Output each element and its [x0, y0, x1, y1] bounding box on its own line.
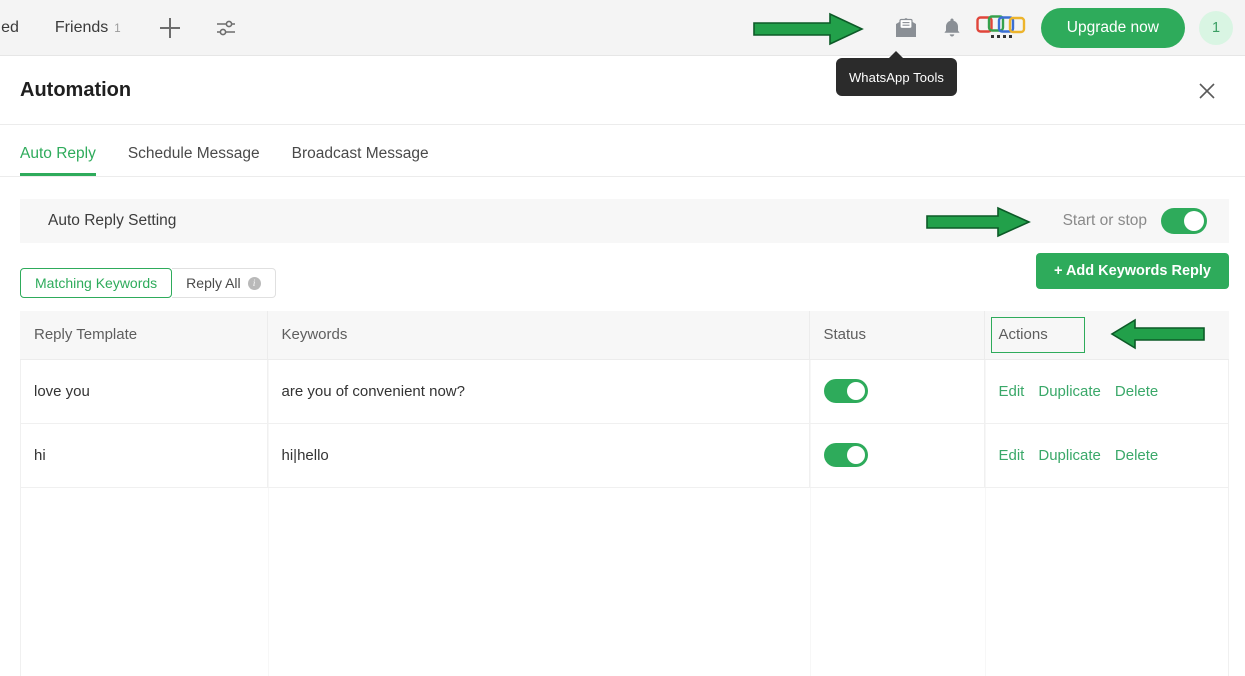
table-row: hi hi|hello Edit Duplicate Delete [20, 423, 1229, 487]
segment-label: Matching Keywords [35, 275, 157, 291]
cell-actions: Edit Duplicate Delete [984, 359, 1229, 423]
filter-row: Matching Keywords Reply All i + Add Keyw… [20, 268, 1229, 300]
topbar-tab-label: Friends [55, 0, 108, 56]
cell-keywords: are you of convenient now? [267, 359, 809, 423]
tab-label: Broadcast Message [292, 145, 429, 162]
add-keywords-reply-button[interactable]: + Add Keywords Reply [1036, 253, 1229, 289]
start-or-stop-toggle[interactable] [1161, 208, 1207, 234]
table-row: love you are you of convenient now? Edit… [20, 359, 1229, 423]
close-icon [1194, 78, 1220, 104]
segment-matching-keywords[interactable]: Matching Keywords [20, 268, 172, 298]
add-tab-button[interactable] [153, 11, 187, 45]
start-or-stop-label: Start or stop [1063, 212, 1147, 230]
app-topbar: lied Friends 1 [0, 0, 1245, 56]
auto-reply-setting-bar: Auto Reply Setting Start or stop [20, 199, 1229, 243]
column-header-status: Status [809, 311, 984, 359]
delete-link[interactable]: Delete [1115, 383, 1158, 400]
delete-link[interactable]: Delete [1115, 447, 1158, 464]
tab-broadcast-message[interactable]: Broadcast Message [276, 145, 445, 176]
segment-reply-all[interactable]: Reply All i [172, 268, 275, 298]
page-header: Automation [0, 57, 1245, 125]
upgrade-now-button[interactable]: Upgrade now [1041, 8, 1185, 48]
table-header-row: Reply Template Keywords Status Actions [20, 311, 1229, 359]
row-actions: Edit Duplicate Delete [999, 383, 1230, 400]
row-status-toggle[interactable] [824, 443, 868, 467]
topbar-tab-friends[interactable]: Friends 1 [37, 0, 139, 56]
info-icon[interactable]: i [248, 277, 261, 290]
tab-schedule-message[interactable]: Schedule Message [112, 145, 276, 176]
filter-settings-button[interactable] [209, 11, 243, 45]
edit-link[interactable]: Edit [999, 383, 1025, 400]
edit-link[interactable]: Edit [999, 447, 1025, 464]
toggle-knob [847, 382, 865, 400]
topbar-tab-replied[interactable]: lied [0, 0, 37, 56]
chat-tab-strip: lied Friends 1 [0, 0, 243, 56]
row-actions: Edit Duplicate Delete [999, 447, 1230, 464]
cell-reply-template: hi [20, 423, 267, 487]
column-header-actions: Actions [984, 311, 1229, 359]
auto-reply-setting-controls: Start or stop [1063, 208, 1207, 234]
duplicate-link[interactable]: Duplicate [1038, 447, 1101, 464]
topbar-tab-label: lied [0, 0, 19, 56]
topbar-right-actions: Upgrade now 1 [883, 0, 1233, 56]
avatar[interactable]: 1 [1199, 11, 1233, 45]
auto-reply-setting-label: Auto Reply Setting [48, 212, 176, 230]
bell-icon [940, 16, 964, 40]
plus-icon [160, 18, 180, 38]
page-title: Automation [20, 79, 131, 102]
column-header-keywords: Keywords [267, 311, 809, 359]
sliders-icon [215, 17, 237, 39]
segment-label: Reply All [186, 275, 240, 291]
automation-page: lied Friends 1 [0, 0, 1245, 676]
column-header-reply-template: Reply Template [20, 311, 267, 359]
mail-button[interactable] [883, 0, 929, 56]
whatsapp-tools-icon [975, 13, 1027, 43]
close-button[interactable] [1194, 78, 1220, 104]
cell-actions: Edit Duplicate Delete [984, 423, 1229, 487]
tab-auto-reply[interactable]: Auto Reply [4, 145, 112, 176]
cell-keywords: hi|hello [267, 423, 809, 487]
row-status-toggle[interactable] [824, 379, 868, 403]
auto-reply-table: Reply Template Keywords Status Actions l… [20, 311, 1229, 488]
whatsapp-tools-button[interactable] [975, 13, 1027, 43]
topbar-tab-count: 1 [114, 1, 120, 57]
mail-icon [893, 16, 919, 40]
toggle-knob [1184, 211, 1204, 231]
tab-label: Schedule Message [128, 145, 260, 162]
cell-status [809, 359, 984, 423]
automation-tabs: Auto Reply Schedule Message Broadcast Me… [0, 125, 1245, 177]
toggle-knob [847, 446, 865, 464]
cell-status [809, 423, 984, 487]
tab-label: Auto Reply [20, 145, 96, 162]
notifications-button[interactable] [929, 0, 975, 56]
duplicate-link[interactable]: Duplicate [1038, 383, 1101, 400]
cell-reply-template: love you [20, 359, 267, 423]
